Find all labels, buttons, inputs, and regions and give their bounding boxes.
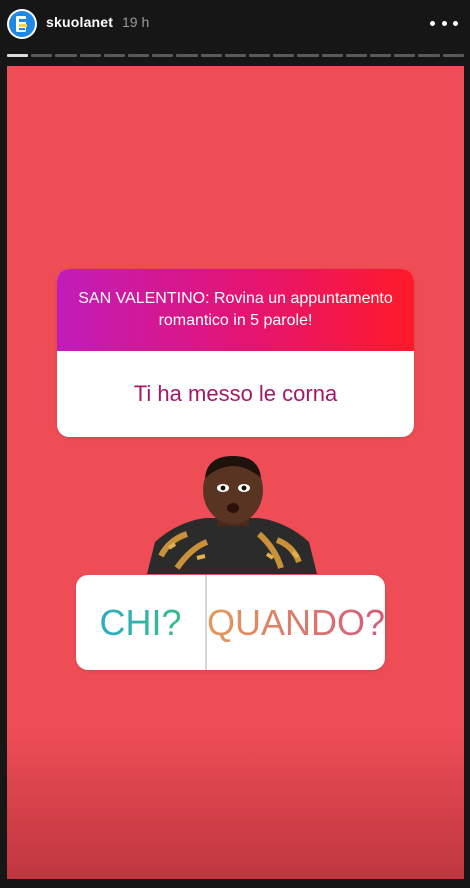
progress-segment [31,54,53,57]
progress-segment [200,54,222,57]
question-sticker: SAN VALENTINO: Rovina un appuntamento ro… [57,269,414,437]
poll-sticker: CHI? QUANDO? [76,575,385,670]
progress-segment [273,54,295,57]
story-header: skuolanet 19 h [0,0,470,56]
poll-option-chi[interactable]: CHI? [76,575,205,670]
progress-segment [128,54,150,57]
progress-segment [176,54,198,57]
progress-segment [152,54,174,57]
progress-segment [79,54,101,57]
progress-segment [103,54,126,57]
question-answer: Ti ha messo le corna [133,381,338,406]
progress-segment [297,54,319,57]
progress-segment [7,54,29,57]
progress-segment [370,54,392,57]
progress-segment [345,54,368,57]
progress-segment [224,54,247,57]
reaction-image [147,456,317,574]
username[interactable]: skuolanet [46,14,113,30]
more-options-icon[interactable] [430,14,458,32]
progress-segment [418,54,440,57]
progress-segment [321,54,343,57]
progress-segment [394,54,416,57]
bottom-shade [7,729,464,879]
progress-segment [55,54,77,57]
question-prompt: SAN VALENTINO: Rovina un appuntamento ro… [57,269,414,351]
post-time: 19 h [122,14,150,30]
progress-segment [442,54,464,57]
skuolanet-logo-icon [9,11,35,37]
avatar[interactable] [7,9,37,39]
story-canvas[interactable]: SAN VALENTINO: Rovina un appuntamento ro… [7,66,464,879]
progress-segment [249,54,271,57]
story-progress-bar [7,54,464,57]
poll-option-quando[interactable]: QUANDO? [207,575,385,670]
